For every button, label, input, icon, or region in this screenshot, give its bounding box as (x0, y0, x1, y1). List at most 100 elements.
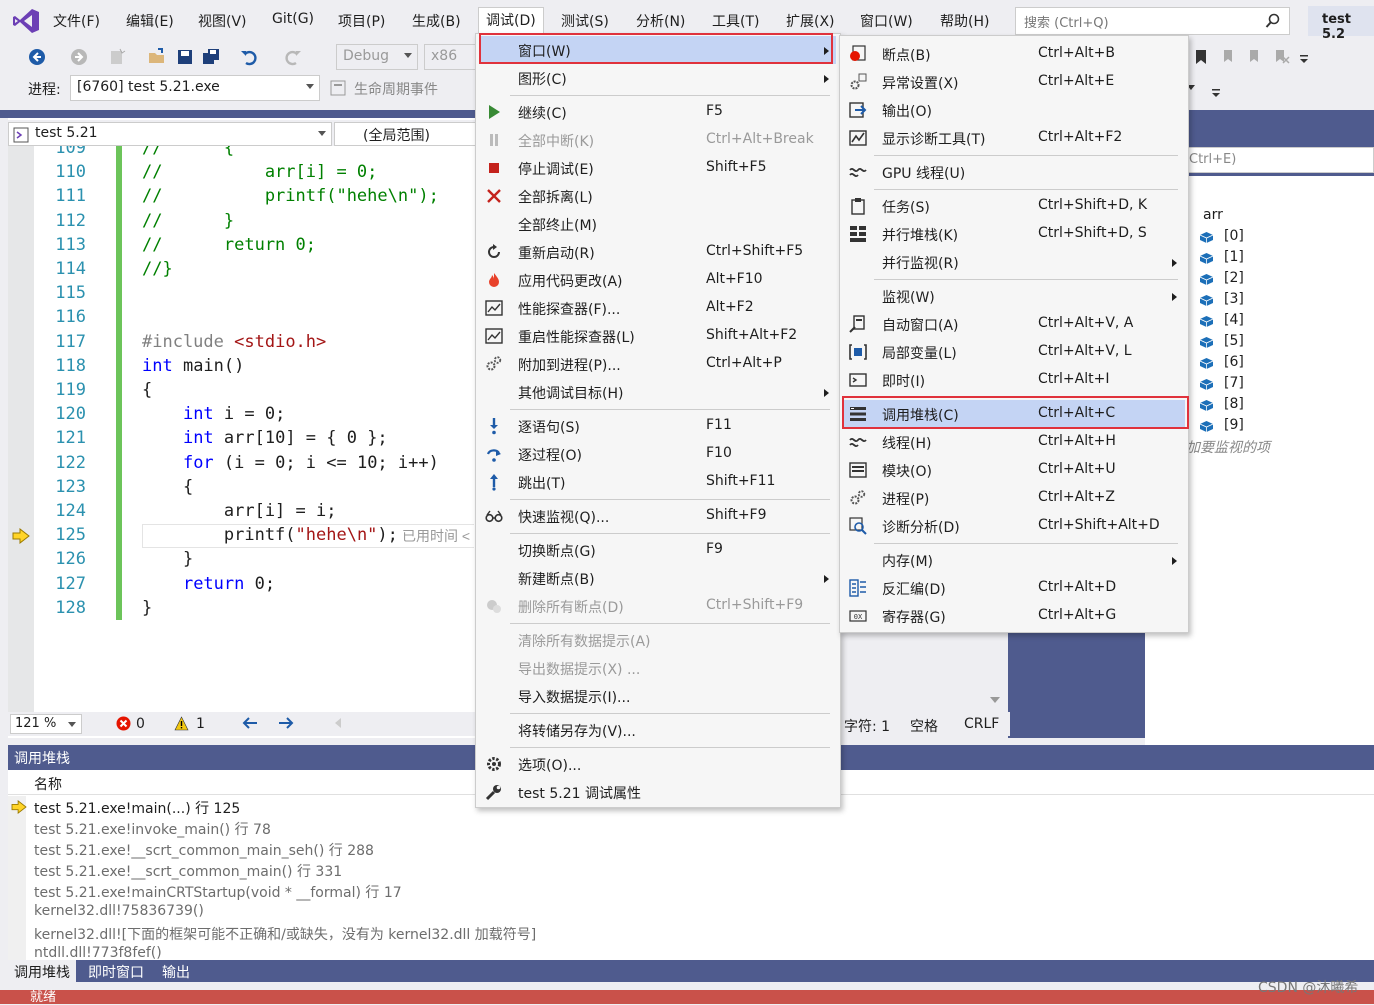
toolbar-overflow-icon[interactable] (1298, 48, 1316, 66)
debug-menu-item-7[interactable]: 重新启动(R) Ctrl+Shift+F5 (476, 238, 840, 266)
watch-item[interactable]: [5] (1224, 333, 1244, 349)
menu-view[interactable]: 视图(V) (198, 11, 247, 31)
window-menu-item-11[interactable]: 即时(I) Ctrl+Alt+I (840, 366, 1188, 394)
menu-help[interactable]: 帮助(H) (940, 11, 989, 31)
menu-window[interactable]: 窗口(W) (860, 11, 913, 31)
code-area[interactable]: 109 // {110 // arr[i] = 0; 111 // printf("he… (34, 146, 474, 712)
menu-file[interactable]: 文件(F) (53, 11, 100, 31)
watch-item[interactable]: [9] (1224, 417, 1244, 433)
watch-item[interactable]: [8] (1224, 396, 1244, 412)
window-menu-item-0[interactable]: 断点(B) Ctrl+Alt+B (840, 40, 1188, 68)
window-menu-item-16[interactable]: 诊断分析(D) Ctrl+Shift+Alt+D (840, 512, 1188, 540)
debug-menu-item-9[interactable]: 性能探查器(F)... Alt+F2 (476, 294, 840, 322)
call-stack-row[interactable]: ntdll.dll!773f8fef() (34, 945, 162, 961)
window-menu-item-5[interactable]: 任务(S) Ctrl+Shift+D, K (840, 192, 1188, 220)
menu-tools[interactable]: 工具(T) (712, 11, 759, 31)
debug-menu-item-8[interactable]: 应用代码更改(A) Alt+F10 (476, 266, 840, 294)
window-menu-item-7[interactable]: 并行监视(R) (840, 248, 1188, 276)
call-stack-row[interactable]: test 5.21.exe!main(...) 行 125 (34, 798, 240, 818)
warning-icon[interactable] (174, 716, 189, 731)
zoom-combo[interactable]: 121 % (10, 714, 82, 734)
toolbar2-overflow-icon[interactable] (1210, 82, 1228, 100)
debug-menu-item-11[interactable]: 附加到进程(P)... Ctrl+Alt+P (476, 350, 840, 378)
new-project-icon[interactable] (108, 48, 126, 66)
debug-menu-item-4[interactable]: 停止调试(E) Shift+F5 (476, 154, 840, 182)
window-menu-item-18[interactable]: 反汇编(D) Ctrl+Alt+D (840, 574, 1188, 602)
save-all-icon[interactable] (202, 48, 220, 66)
call-stack-row[interactable]: test 5.21.exe!mainCRTStartup(void * __fo… (34, 882, 402, 902)
watch-item[interactable]: [3] (1224, 291, 1244, 307)
window-menu-item-9[interactable]: 自动窗口(A) Ctrl+Alt+V, A (840, 310, 1188, 338)
watch-add-hint[interactable]: 加要监视的项 (1186, 437, 1270, 457)
debug-menu-item-1[interactable]: 图形(C) (476, 64, 840, 92)
bookmark-icon[interactable] (1192, 48, 1210, 66)
code-line[interactable]: // { (142, 146, 234, 158)
debug-menu-item-10[interactable]: 重启性能探查器(L) Shift+Alt+F2 (476, 322, 840, 350)
debug-menu-item-17[interactable]: 切换断点(G) F9 (476, 536, 840, 564)
scroll-down-icon[interactable] (990, 696, 1000, 704)
hscroll-left-icon[interactable] (334, 718, 342, 728)
window-menu-item-17[interactable]: 内存(M) (840, 546, 1188, 574)
platform-combo[interactable]: x86 (424, 44, 476, 70)
debug-menu-item-23[interactable]: 将转储另存为(V)... (476, 716, 840, 744)
window-menu-item-10[interactable]: 局部变量(L) Ctrl+Alt+V, L (840, 338, 1188, 366)
call-stack-row[interactable]: kernel32.dll!75836739() (34, 903, 204, 919)
menu-git[interactable]: Git(G) (272, 11, 314, 27)
code-line[interactable]: for (i = 0; i <= 10; i++) (142, 453, 439, 473)
prev-issue-icon[interactable] (242, 716, 258, 730)
menu-project[interactable]: 项目(P) (338, 11, 385, 31)
code-line[interactable]: // arr[i] = 0; (142, 162, 377, 182)
debug-menu-item-24[interactable]: 选项(O)... (476, 750, 840, 778)
window-menu-item-14[interactable]: 模块(O) Ctrl+Alt+U (840, 456, 1188, 484)
code-line[interactable]: } (142, 598, 152, 618)
window-menu-item-8[interactable]: 监视(W) (840, 282, 1188, 310)
code-line[interactable]: #include <stdio.h> (142, 332, 326, 352)
call-stack-row[interactable]: kernel32.dll![下面的框架可能不正确和/或缺失，没有为 kernel… (34, 924, 536, 944)
code-line[interactable]: return 0; (142, 574, 275, 594)
debug-menu-item-25[interactable]: test 5.21 调试属性 (476, 778, 840, 806)
menu-analyze[interactable]: 分析(N) (636, 11, 685, 31)
window-menu-item-15[interactable]: 进程(P) Ctrl+Alt+Z (840, 484, 1188, 512)
debug-menu-item-5[interactable]: 全部拆离(L) (476, 182, 840, 210)
debug-menu-item-18[interactable]: 新建断点(B) (476, 564, 840, 592)
tab-call-stack[interactable]: 调用堆栈 (8, 960, 76, 982)
call-stack-row[interactable]: test 5.21.exe!__scrt_common_main() 行 331 (34, 861, 342, 881)
debug-menu-item-2[interactable]: 继续(C) F5 (476, 98, 840, 126)
code-line[interactable]: { (142, 380, 152, 400)
line-ending-mode[interactable]: CRLF (964, 716, 999, 732)
watch-item[interactable]: [1] (1224, 249, 1244, 265)
open-file-icon[interactable] (148, 48, 166, 66)
debug-menu-item-12[interactable]: 其他调试目标(H) (476, 378, 840, 406)
debug-menu-item-6[interactable]: 全部终止(M) (476, 210, 840, 238)
window-menu-item-6[interactable]: 并行堆栈(K) Ctrl+Shift+D, S (840, 220, 1188, 248)
code-line[interactable]: // } (142, 211, 234, 231)
debug-menu-item-22[interactable]: 导入数据提示(I)... (476, 682, 840, 710)
process-combo[interactable]: [6760] test 5.21.exe (70, 75, 320, 101)
search-input[interactable]: 搜索 (Ctrl+Q) (1015, 7, 1290, 35)
call-stack-row[interactable]: test 5.21.exe!__scrt_common_main_seh() 行… (34, 840, 374, 860)
breakpoint-gutter[interactable] (8, 146, 34, 712)
code-line[interactable]: { (142, 477, 193, 497)
watch-item[interactable]: [7] (1224, 375, 1244, 391)
debug-menu-item-14[interactable]: 逐过程(O) F10 (476, 440, 840, 468)
column-name[interactable]: 名称 (34, 777, 62, 793)
watch-root-arr[interactable]: arr (1203, 207, 1223, 223)
watch-item[interactable]: [6] (1224, 354, 1244, 370)
lifecycle-events-button[interactable]: 生命周期事件 (354, 79, 438, 99)
tab-output[interactable]: 输出 (156, 960, 196, 982)
debug-menu-item-16[interactable]: 快速监视(Q)... Shift+F9 (476, 502, 840, 530)
window-menu-item-19[interactable]: 0X 寄存器(G) Ctrl+Alt+G (840, 602, 1188, 630)
code-line[interactable]: // printf("hehe\n"); (142, 186, 439, 206)
window-menu-item-4[interactable]: GPU 线程(U) (840, 158, 1188, 186)
code-line[interactable]: // return 0; (142, 235, 316, 255)
next-issue-icon[interactable] (278, 716, 294, 730)
window-menu-item-3[interactable]: 显示诊断工具(T) Ctrl+Alt+F2 (840, 124, 1188, 152)
redo-icon[interactable] (284, 48, 302, 66)
prev-bookmark-icon[interactable] (1220, 48, 1238, 66)
menu-debug[interactable]: 调试(D) (478, 7, 544, 36)
clear-bookmarks-icon[interactable] (1272, 48, 1290, 66)
menu-edit[interactable]: 编辑(E) (126, 11, 174, 31)
back-icon[interactable] (28, 48, 46, 66)
window-menu-item-2[interactable]: 输出(O) (840, 96, 1188, 124)
config-combo[interactable]: Debug (336, 44, 418, 70)
